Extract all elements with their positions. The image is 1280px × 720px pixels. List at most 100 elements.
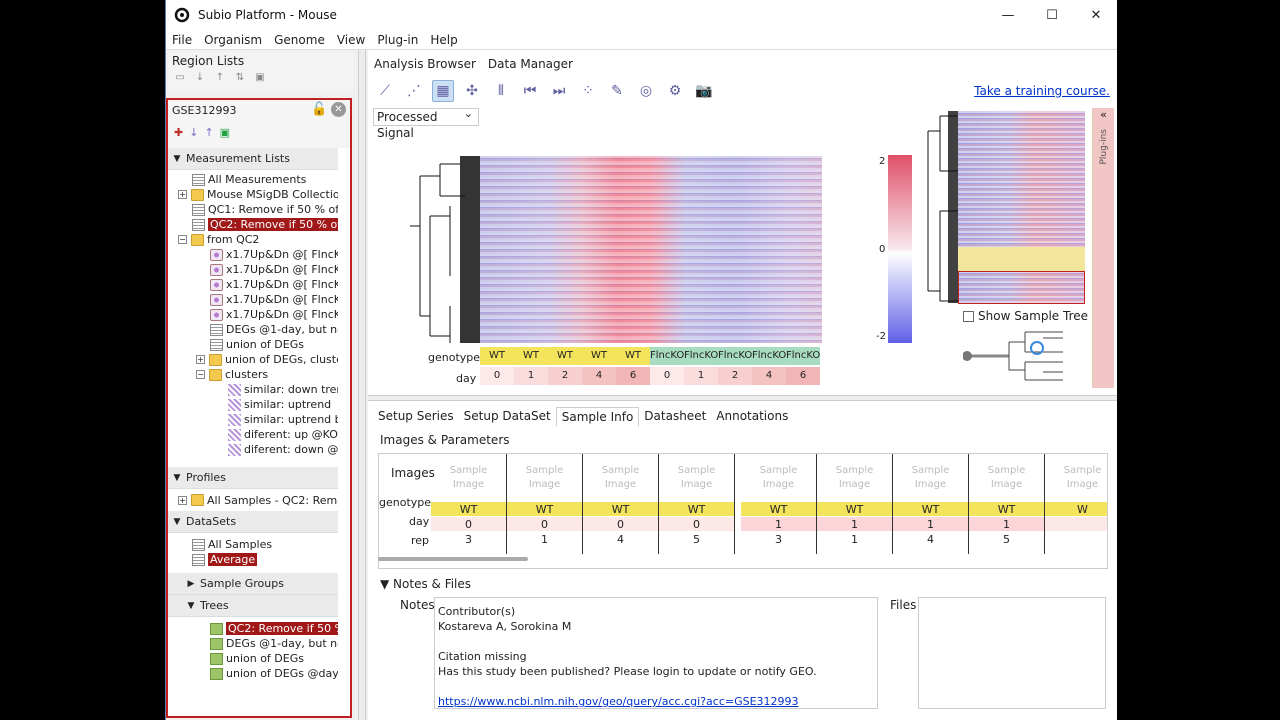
list-item[interactable]: x1.7Up&Dn @[ FlncK	[168, 277, 338, 292]
sample-image-placeholder[interactable]: Sample Image	[659, 454, 734, 502]
line-graph-icon[interactable]: ⟋	[374, 80, 396, 102]
list-item[interactable]: x1.7Up&Dn @[ FlncK	[168, 247, 338, 262]
genotype-cell[interactable]: WT	[659, 502, 734, 517]
rep-cell[interactable]: 4	[893, 532, 968, 547]
list-item[interactable]: QC1: Remove if 50 % of C	[168, 202, 338, 217]
sort-icon[interactable]: ⇅	[232, 72, 248, 84]
rep-cell[interactable]: 1	[507, 532, 582, 547]
show-sample-tree-checkbox[interactable]	[963, 310, 974, 322]
day-cell[interactable]: 1	[893, 517, 968, 532]
close-dataset-icon[interactable]: ✕	[331, 102, 346, 117]
list-item[interactable]: similar: uptrend b	[168, 412, 338, 427]
genotype-cell[interactable]: WT	[969, 502, 1044, 517]
sample-column[interactable]: Sample Image WT 0 4	[583, 454, 659, 554]
delete-icon[interactable]: ▣	[252, 72, 268, 84]
show-sample-tree-option[interactable]: Show Sample Tree	[963, 309, 1088, 323]
tab-data-manager[interactable]: Data Manager	[482, 54, 579, 76]
list-item[interactable]: similar: uptrend	[168, 397, 338, 412]
sample-image-placeholder[interactable]: Sample Image	[969, 454, 1044, 502]
tab-sample-info[interactable]: Sample Info	[555, 407, 640, 426]
tab-setup-series[interactable]: Setup Series	[373, 407, 459, 426]
expand-icon[interactable]: +	[178, 495, 187, 505]
add-list-icon[interactable]: ✚	[174, 126, 183, 139]
list-item[interactable]: DEGs @1-day, but no	[168, 322, 338, 337]
collapse-icon[interactable]: −	[178, 235, 187, 244]
menu-plugin[interactable]: Plug-in	[371, 33, 424, 47]
collapse-plugins-icon[interactable]: «	[1093, 108, 1114, 121]
list-item[interactable]: All Samples	[168, 537, 338, 552]
genotype-cell[interactable]: WT	[893, 502, 968, 517]
genotype-cell[interactable]: WT	[583, 502, 658, 517]
rep-cell[interactable]: 3	[431, 532, 506, 547]
sample-column[interactable]: Sample Image WT 1 3	[741, 454, 817, 554]
genotype-cell[interactable]: W	[1045, 502, 1107, 517]
new-region-icon[interactable]: ▭	[172, 72, 188, 84]
day-cell[interactable]: 1	[969, 517, 1044, 532]
tab-setup-dataset[interactable]: Setup DataSet	[459, 407, 556, 426]
venn-icon[interactable]: ◎	[635, 80, 657, 102]
menu-help[interactable]: Help	[424, 33, 463, 47]
list-item[interactable]: union of DEGs	[168, 651, 338, 666]
heatmap-icon[interactable]: ▦	[432, 80, 454, 102]
day-cell[interactable]: 0	[583, 517, 658, 532]
tab-annotations[interactable]: Annotations	[711, 407, 793, 426]
sample-image-placeholder[interactable]: Sample Image	[1045, 454, 1107, 502]
datasets-section[interactable]: ▼ DataSets	[168, 511, 338, 533]
vertical-splitter[interactable]	[358, 50, 366, 720]
brush-icon[interactable]: ✎	[606, 80, 628, 102]
sample-image-placeholder[interactable]: Sample Image	[583, 454, 658, 502]
sample-column[interactable]: Sample Image W	[1045, 454, 1107, 554]
sample-tree-slider[interactable]	[963, 328, 1083, 388]
list-item[interactable]: union of DEGs	[168, 337, 338, 352]
last-icon[interactable]: ⏭	[548, 80, 570, 102]
expression-heatmap[interactable]	[480, 156, 822, 343]
camera-icon[interactable]: 📷	[693, 80, 715, 102]
unlock-icon[interactable]: 🔓	[311, 102, 327, 117]
list-item[interactable]: union of DEGs @day4	[168, 666, 338, 681]
sample-column[interactable]: Sample Image WT 1 4	[893, 454, 969, 554]
training-link[interactable]: Take a training course.	[974, 84, 1110, 98]
move-down-icon[interactable]: ↓	[189, 126, 198, 139]
list-item[interactable]: diferent: down @	[168, 442, 338, 457]
sample-image-placeholder[interactable]: Sample Image	[741, 454, 816, 502]
menu-file[interactable]: File	[166, 33, 198, 47]
trash-icon[interactable]: ▣	[220, 126, 230, 139]
menu-organism[interactable]: Organism	[198, 33, 268, 47]
day-cell[interactable]: 0	[507, 517, 582, 532]
collapse-icon[interactable]: −	[196, 370, 205, 379]
tab-analysis-browser[interactable]: Analysis Browser	[368, 54, 482, 76]
list-item[interactable]: x1.7Up&Dn @[ FlncK	[168, 307, 338, 322]
sample-column[interactable]: Sample Image WT 1 1	[817, 454, 893, 554]
geo-link[interactable]: https://www.ncbi.nlm.nih.gov/geo/query/a…	[438, 695, 799, 708]
day-cell[interactable]	[1045, 517, 1107, 532]
columns-icon[interactable]: ⦀	[490, 80, 512, 102]
up-arrow-icon[interactable]: ↑	[212, 72, 228, 84]
sample-image-placeholder[interactable]: Sample Image	[893, 454, 968, 502]
move-up-icon[interactable]: ↑	[204, 126, 213, 139]
day-cell[interactable]: 0	[431, 517, 506, 532]
list-item[interactable]: x1.7Up&Dn @[ FlncK	[168, 292, 338, 307]
genotype-cell[interactable]: WT	[507, 502, 582, 517]
horizontal-splitter[interactable]	[368, 395, 1117, 401]
list-item[interactable]: + union of DEGs, cluste	[168, 352, 338, 367]
day-cell[interactable]: 0	[659, 517, 734, 532]
sample-image-placeholder[interactable]: Sample Image	[817, 454, 892, 502]
list-item[interactable]: DEGs @1-day, but no	[168, 636, 338, 651]
genotype-cell[interactable]: WT	[817, 502, 892, 517]
rep-cell[interactable]: 4	[583, 532, 658, 547]
pipeline-icon[interactable]: ⚙	[664, 80, 686, 102]
list-item[interactable]: diferent: up @KO	[168, 427, 338, 442]
list-item[interactable]: QC2: Remove if 50 % of F	[168, 217, 338, 232]
down-arrow-icon[interactable]: ↓	[192, 72, 208, 84]
sample-image-placeholder[interactable]: Sample Image	[507, 454, 582, 502]
sample-column[interactable]: Sample Image WT 0 1	[507, 454, 583, 554]
list-item[interactable]: − clusters	[168, 367, 338, 382]
sample-image-placeholder[interactable]: Sample Image	[431, 454, 506, 502]
scatter-icon[interactable]: ⋰	[403, 80, 425, 102]
list-item[interactable]: − from QC2	[168, 232, 338, 247]
maximize-button[interactable]: ☐	[1030, 0, 1074, 30]
list-item[interactable]: Average	[168, 552, 338, 567]
expand-icon[interactable]: +	[178, 190, 187, 199]
list-item[interactable]: + Mouse MSigDB Collectio	[168, 187, 338, 202]
genotype-cell[interactable]: WT	[431, 502, 506, 517]
